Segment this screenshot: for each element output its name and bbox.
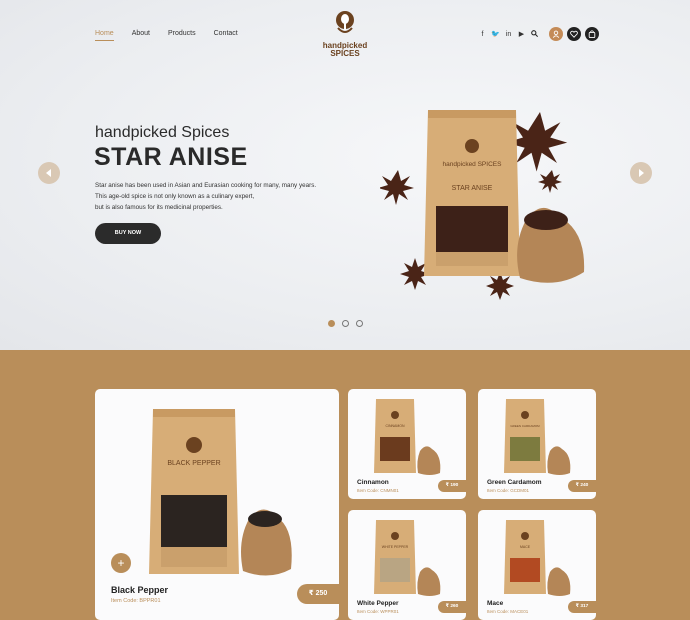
product-code: Item Code: WPPR01 <box>357 609 399 614</box>
heart-icon[interactable] <box>567 27 581 41</box>
hero-desc-line: This age-old spice is not only known as … <box>95 193 255 200</box>
youtube-icon[interactable]: ▶ <box>515 30 528 38</box>
product-code: Item Code: BPPR01 <box>111 598 161 604</box>
slide-dot-2[interactable] <box>342 320 349 327</box>
search-icon[interactable] <box>528 29 541 39</box>
product-card-cinnamon[interactable]: CINNAMON Cinnamon Item Code: CNMN01 ₹ 19… <box>348 389 466 499</box>
product-card-green-cardamom[interactable]: GREEN CARDAMOM Green Cardamom Item Code:… <box>478 389 596 499</box>
twitter-icon[interactable]: 🐦 <box>489 30 502 38</box>
hero-desc-line: but is also famous for its medicinal pro… <box>95 204 223 211</box>
bag-icon[interactable] <box>585 27 599 41</box>
product-card-white-pepper[interactable]: WHITE PEPPER White Pepper Item Code: WPP… <box>348 510 466 620</box>
mace-product-image: MACE <box>504 520 571 596</box>
product-name: Green Cardamom <box>487 479 542 486</box>
product-card-mace[interactable]: MACE Mace Item Code: MACE01 ₹ 317 <box>478 510 596 620</box>
header-actions: f 🐦 in ▶ <box>476 27 599 41</box>
slider-dots <box>328 320 363 327</box>
slide-dot-1[interactable] <box>328 320 335 327</box>
nav-home[interactable]: Home <box>95 30 114 41</box>
spoon-logo-icon <box>336 11 354 33</box>
product-name: Mace <box>487 600 504 607</box>
brand-name-line2: SPICES <box>330 49 360 58</box>
pack-label: MACE <box>520 545 531 549</box>
linkedin-icon[interactable]: in <box>502 31 515 38</box>
hero-slider: Home About Products Contact handpicked S… <box>0 0 690 350</box>
price-badge: ₹ 317 <box>568 601 596 613</box>
hero-subtitle: handpicked Spices <box>95 124 230 141</box>
price-badge: ₹ 190 <box>438 480 466 492</box>
chevron-right-icon <box>639 169 644 177</box>
user-icon[interactable] <box>549 27 563 41</box>
facebook-icon[interactable]: f <box>476 31 489 38</box>
nav-contact[interactable]: Contact <box>214 30 238 41</box>
slider-prev-button[interactable] <box>38 162 60 184</box>
main-nav: Home About Products Contact <box>95 30 256 41</box>
pack-label: GREEN CARDAMOM <box>510 424 540 428</box>
nav-products[interactable]: Products <box>168 30 196 41</box>
pack-brand: handpicked SPICES <box>443 161 503 168</box>
brand-logo[interactable]: handpicked SPICES <box>312 10 378 58</box>
buy-now-button[interactable]: BUY NOW <box>95 223 161 244</box>
green-cardamom-product-image: GREEN CARDAMOM <box>504 399 571 475</box>
product-name: Black Pepper <box>111 585 169 595</box>
add-to-cart-button[interactable]: + <box>111 553 131 573</box>
hero-desc-line: Star anise has been used in Asian and Eu… <box>95 182 317 189</box>
product-name: Cinnamon <box>357 479 389 486</box>
black-pepper-product-image: BLACK PEPPER <box>149 409 292 576</box>
product-card-black-pepper[interactable]: BLACK PEPPER + Black Pepper Item Code: B… <box>95 389 339 620</box>
price-badge: ₹ 260 <box>438 601 466 613</box>
hero-description: Star anise has been used in Asian and Eu… <box>95 180 355 213</box>
product-name: White Pepper <box>357 600 399 607</box>
pack-label: CINNAMON <box>385 424 405 428</box>
product-code: Item Code: CNMN01 <box>357 488 399 493</box>
nav-about[interactable]: About <box>132 30 150 41</box>
hero-title: STAR ANISE <box>94 143 248 171</box>
pack-label: STAR ANISE <box>452 185 493 192</box>
price-badge: ₹ 240 <box>568 480 596 492</box>
product-code: Item Code: MACE01 <box>487 609 529 614</box>
pack-label: WHITE PEPPER <box>382 545 409 549</box>
cinnamon-product-image: CINNAMON <box>374 399 441 475</box>
price-badge: ₹ 250 <box>297 584 339 604</box>
chevron-left-icon <box>46 169 51 177</box>
slider-next-button[interactable] <box>630 162 652 184</box>
white-pepper-product-image: WHITE PEPPER <box>374 520 441 596</box>
slide-dot-3[interactable] <box>356 320 363 327</box>
product-code: Item Code: GCDM01 <box>487 488 530 493</box>
star-anise-product-image: handpicked SPICES STAR ANISE <box>380 110 585 300</box>
pack-label: BLACK PEPPER <box>167 460 220 467</box>
